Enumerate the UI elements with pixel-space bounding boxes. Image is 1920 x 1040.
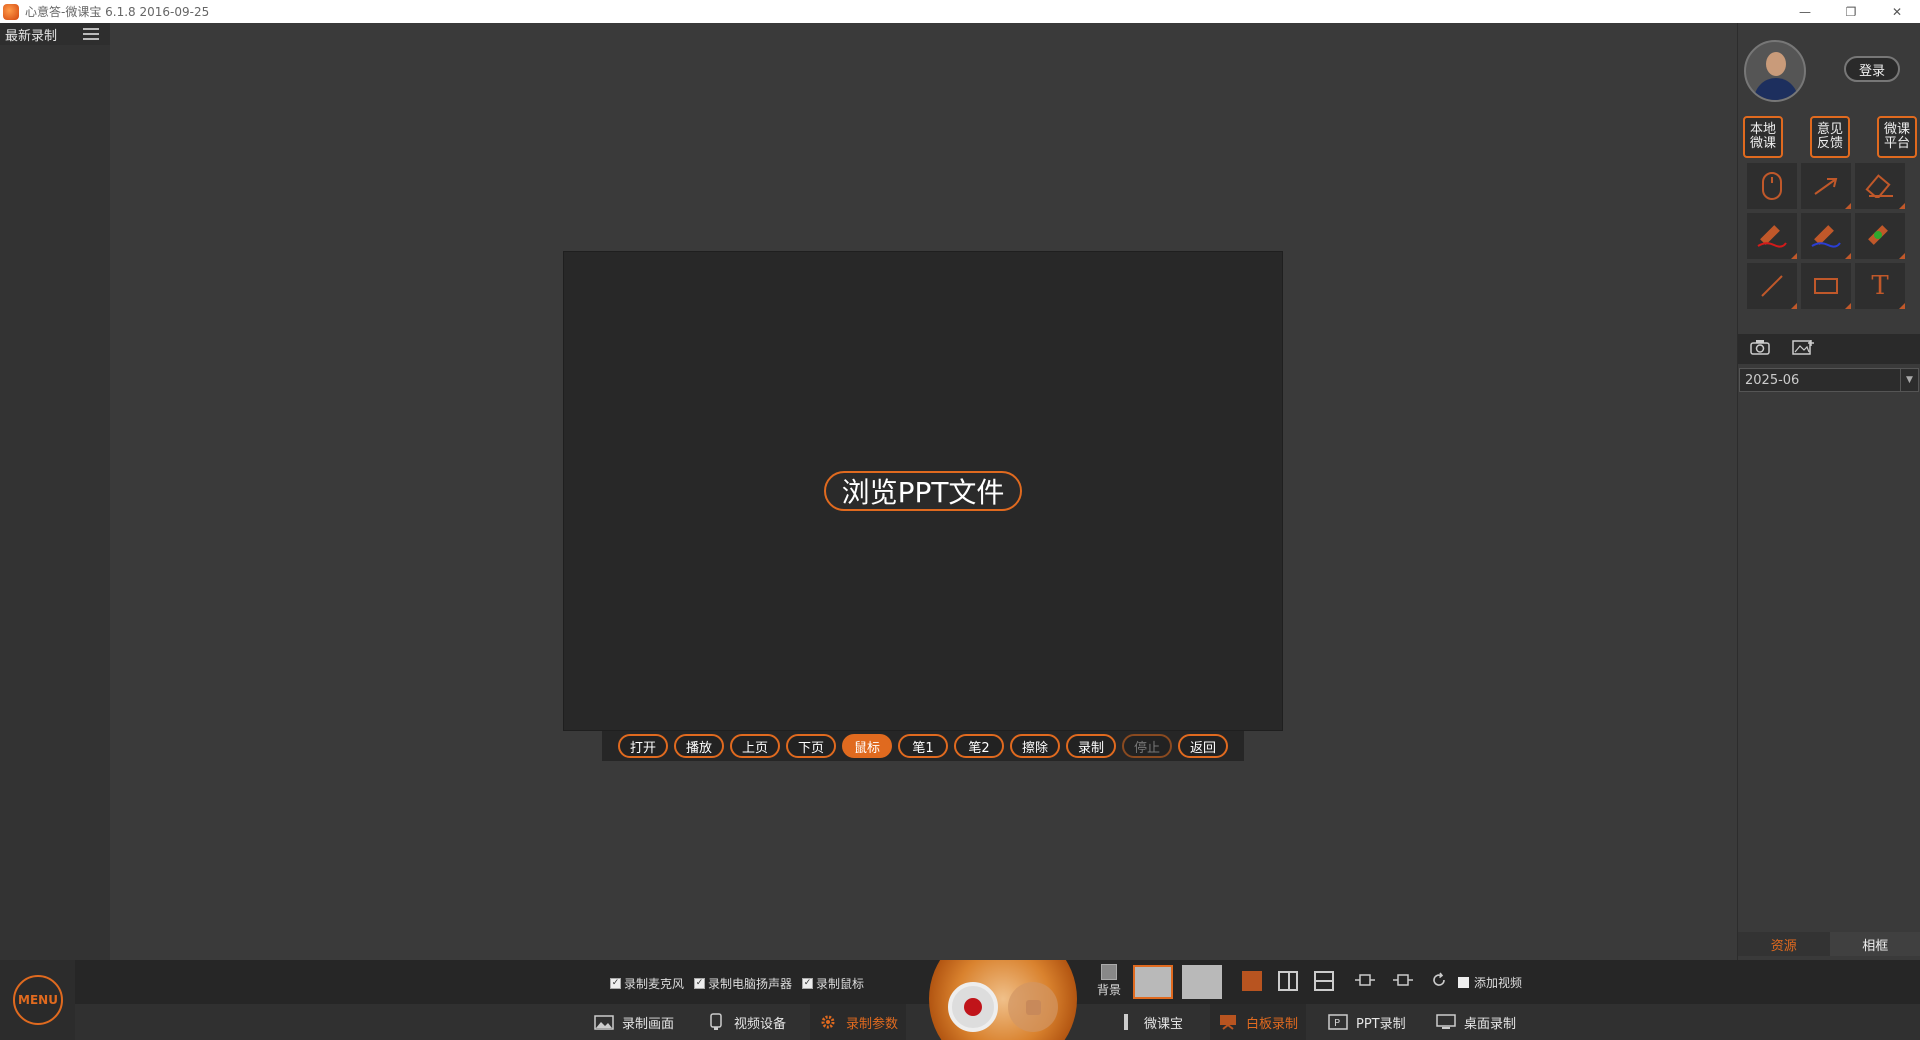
nav-video-device[interactable]: 视频设备	[706, 1004, 786, 1040]
checkbox-checked-icon: ✓	[694, 978, 706, 989]
browse-ppt-button[interactable]: 浏览PPT文件	[824, 471, 1022, 511]
tab-resources[interactable]: 资源	[1738, 932, 1830, 956]
background-label: 背景	[1096, 983, 1121, 997]
layout-options	[1242, 971, 1334, 991]
add-video-checkbox[interactable]: 添加视频	[1458, 974, 1522, 991]
nav-record-params[interactable]: 录制参数	[810, 1004, 907, 1040]
record-speaker-label: 录制电脑扬声器	[708, 977, 793, 991]
restore-button[interactable]: ❐	[1828, 0, 1874, 23]
record-control-disc	[929, 960, 1077, 1040]
avatar[interactable]	[1744, 40, 1806, 102]
open-button[interactable]: 打开	[618, 734, 668, 758]
single-layout-icon[interactable]	[1242, 971, 1262, 991]
date-select[interactable]: 2025-06 ▼	[1739, 368, 1919, 392]
record-mic-checkbox[interactable]: ✓ 录制麦克风	[610, 975, 684, 992]
title-bar: 心意答-微课宝 6.1.8 2016-09-25 — ❐ ✕	[0, 0, 1920, 23]
background-swatch[interactable]	[1182, 965, 1222, 999]
text-icon[interactable]: T	[1855, 263, 1905, 309]
nav-weikebao[interactable]: 微课宝	[1116, 1004, 1183, 1040]
view-size-options	[1355, 972, 1447, 992]
recording-options: ✓ 录制麦克风 ✓ 录制电脑扬声器 ✓ 录制鼠标	[610, 975, 864, 992]
list-icon[interactable]	[83, 28, 99, 40]
rotate-icon[interactable]	[1431, 972, 1447, 992]
gear-icon	[818, 1014, 838, 1030]
background-selector[interactable]: 背景	[1094, 964, 1124, 1000]
erase-button[interactable]: 擦除	[1010, 734, 1060, 758]
add-video-label: 添加视频	[1474, 976, 1523, 990]
recent-recordings-header: 最新录制	[0, 23, 110, 45]
stop-square-icon	[1025, 999, 1041, 1015]
pen-stand-icon	[1116, 1014, 1136, 1030]
checkbox-checked-icon: ✓	[802, 978, 814, 989]
line-icon[interactable]	[1747, 263, 1797, 309]
pen2-button[interactable]: 笔2	[954, 734, 1004, 758]
local-lessons-button[interactable]: 本地 微课	[1743, 116, 1783, 158]
login-button[interactable]: 登录	[1844, 56, 1900, 82]
vertical-split-icon[interactable]	[1278, 971, 1298, 991]
checkbox-checked-icon: ✓	[610, 978, 621, 989]
pen1-button[interactable]: 笔1	[898, 734, 948, 758]
play-button[interactable]: 播放	[674, 734, 724, 758]
mouse-button[interactable]: 鼠标	[842, 734, 892, 758]
whiteboard-icon	[1218, 1014, 1238, 1030]
right-panel: 登录 本地 微课 意见 反馈 微课 平台 T 2025-06 ▼ 资源 相框	[1737, 23, 1920, 960]
recent-recordings-label: 最新录制	[5, 28, 58, 44]
chevron-down-icon[interactable]: ▼	[1900, 369, 1918, 391]
back-button[interactable]: 返回	[1178, 734, 1228, 758]
record-mic-label: 录制麦克风	[624, 977, 685, 991]
horizontal-split-icon[interactable]	[1314, 971, 1334, 991]
feedback-button[interactable]: 意见 反馈	[1810, 116, 1850, 158]
fit-page-icon[interactable]	[1393, 972, 1413, 992]
camera-device-icon	[706, 1013, 726, 1030]
nav-whiteboard-record[interactable]: 白板录制	[1210, 1004, 1307, 1040]
start-record-button[interactable]	[948, 982, 998, 1032]
rectangle-icon[interactable]	[1801, 263, 1851, 309]
next-page-button[interactable]: 下页	[786, 734, 836, 758]
quick-buttons: 本地 微课 意见 反馈 微课 平台	[1743, 116, 1917, 158]
arrow-icon[interactable]	[1801, 163, 1851, 209]
background-icon	[1101, 964, 1117, 980]
bottom-bar: MENU ✓ 录制麦克风 ✓ 录制电脑扬声器 ✓ 录制鼠标 背景 添加视频 录制…	[0, 960, 1920, 1040]
svg-text:P: P	[1334, 1018, 1340, 1029]
mouse-icon[interactable]	[1747, 163, 1797, 209]
blue-pen-icon[interactable]	[1801, 213, 1851, 259]
ppt-toolbar: 打开 播放 上页 下页 鼠标 笔1 笔2 擦除 录制 停止 返回	[602, 731, 1244, 761]
menu-button[interactable]: MENU	[13, 975, 63, 1025]
right-panel-tabs: 资源 相框	[1738, 932, 1920, 956]
checkbox-unchecked-icon	[1458, 977, 1469, 988]
fit-width-icon[interactable]	[1355, 972, 1375, 992]
record-mouse-label: 录制鼠标	[816, 977, 865, 991]
capture-toolbar	[1738, 334, 1920, 364]
minimize-button[interactable]: —	[1782, 0, 1828, 23]
ppt-icon: P	[1328, 1014, 1348, 1030]
record-button[interactable]: 录制	[1066, 734, 1116, 758]
window-title: 心意答-微课宝 6.1.8 2016-09-25	[25, 5, 210, 19]
close-button[interactable]: ✕	[1874, 0, 1920, 23]
app-logo-icon	[3, 3, 19, 20]
nav-record-screen[interactable]: 录制画面	[594, 1004, 674, 1040]
window-controls: — ❐ ✕	[1782, 0, 1920, 23]
stop-record-button[interactable]	[1008, 982, 1058, 1032]
date-select-value: 2025-06	[1745, 372, 1800, 388]
record-speaker-checkbox[interactable]: ✓ 录制电脑扬声器	[694, 975, 792, 992]
green-pen-icon[interactable]	[1855, 213, 1905, 259]
eraser-icon[interactable]	[1855, 163, 1905, 209]
drawing-tools: T	[1747, 163, 1911, 309]
record-dot-icon	[964, 998, 982, 1016]
record-mouse-checkbox[interactable]: ✓ 录制鼠标	[802, 975, 864, 992]
desktop-icon	[1436, 1014, 1456, 1030]
background-swatch-selected[interactable]	[1133, 965, 1173, 999]
nav-ppt-record[interactable]: P PPT录制	[1328, 1004, 1406, 1040]
lesson-platform-button[interactable]: 微课 平台	[1877, 116, 1917, 158]
tab-album[interactable]: 相框	[1829, 932, 1920, 956]
nav-desktop-record[interactable]: 桌面录制	[1436, 1004, 1516, 1040]
add-image-icon[interactable]	[1792, 339, 1814, 359]
recent-recordings-panel: 最新录制	[0, 23, 110, 960]
red-pen-icon[interactable]	[1747, 213, 1797, 259]
stop-button[interactable]: 停止	[1122, 734, 1172, 758]
image-icon	[594, 1014, 614, 1030]
screenshot-camera-icon[interactable]	[1750, 339, 1770, 359]
prev-page-button[interactable]: 上页	[730, 734, 780, 758]
